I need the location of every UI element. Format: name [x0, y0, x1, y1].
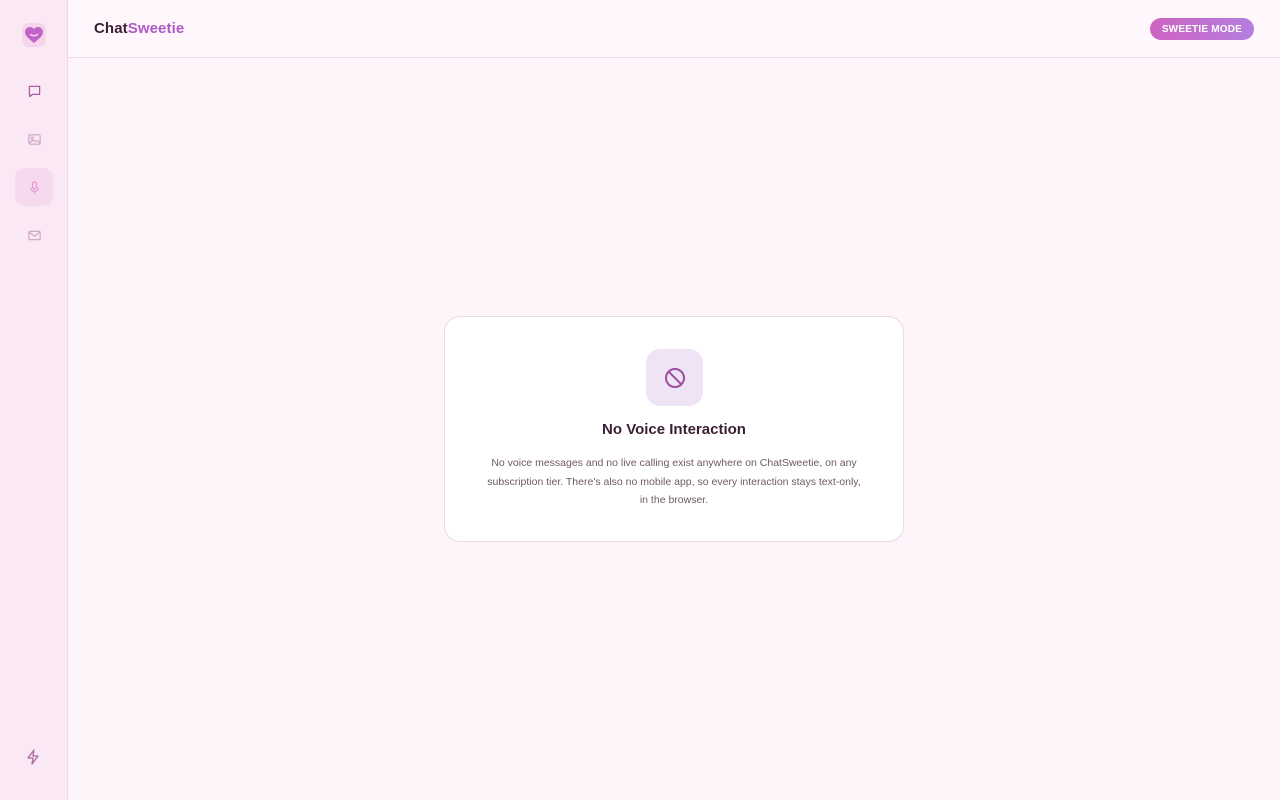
- sidebar-item-images[interactable]: [15, 120, 53, 158]
- mail-icon: [27, 230, 41, 240]
- brand-part-sweetie: Sweetie: [127, 20, 185, 37]
- top-header: ChatSweetie SWEETIE MODE: [68, 0, 1280, 58]
- notice-body: No voice messages and no live calling ex…: [477, 454, 871, 510]
- notice-body-line-3: in the browser.: [639, 494, 709, 506]
- lightning-icon[interactable]: [24, 748, 42, 766]
- sidebar-item-voice[interactable]: [15, 168, 53, 206]
- notice-card: No Voice Interaction No voice messages a…: [444, 316, 904, 542]
- app-root: ChatSweetie SWEETIE MODE No Voice Intera…: [0, 0, 1280, 800]
- notice-title: No Voice Interaction: [602, 421, 746, 438]
- heart-logo-icon[interactable]: [22, 23, 46, 47]
- notice-body-line-1: No voice messages and no live calling ex…: [491, 457, 857, 469]
- chat-icon: [28, 85, 40, 97]
- image-icon: [27, 133, 41, 145]
- sidebar-item-chat[interactable]: [15, 72, 53, 110]
- sidebar: [0, 0, 68, 800]
- brand-part-chat: Chat: [94, 20, 128, 37]
- notice-body-line-2: subscription tier. There's also no mobil…: [487, 475, 861, 488]
- prohibited-icon: [646, 349, 703, 406]
- microphone-icon: [29, 180, 39, 194]
- sidebar-item-mail[interactable]: [15, 216, 53, 254]
- brand-wordmark: ChatSweetie: [94, 20, 184, 37]
- sweetie-mode-button[interactable]: SWEETIE MODE: [1149, 18, 1254, 40]
